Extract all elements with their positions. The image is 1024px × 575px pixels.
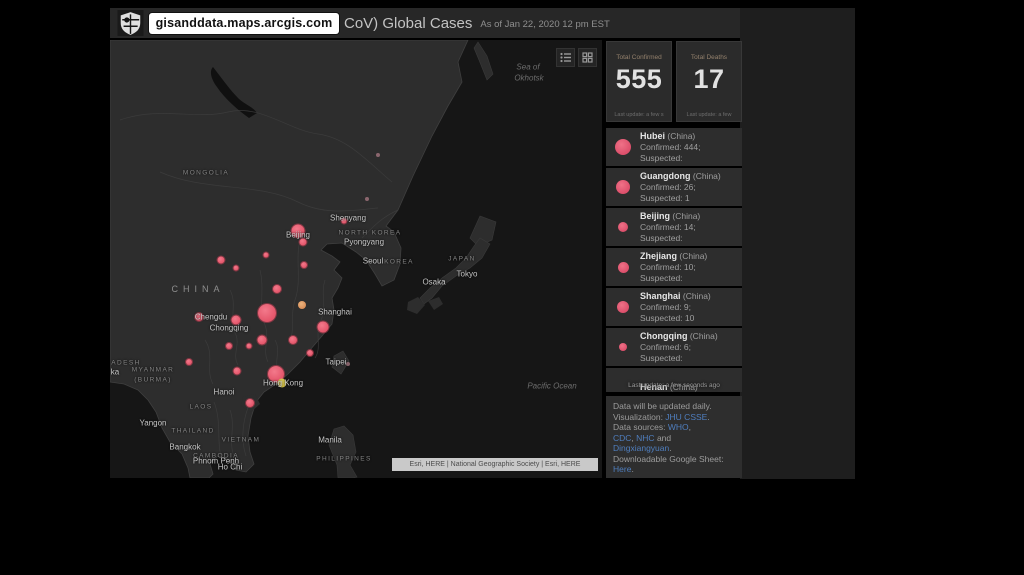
case-marker[interactable] [376, 153, 380, 157]
source-link[interactable]: JHU CSSE [665, 412, 707, 422]
case-marker[interactable] [258, 304, 276, 322]
case-marker[interactable] [226, 343, 232, 349]
case-marker[interactable] [278, 379, 287, 388]
case-row-dot [606, 262, 640, 273]
source-text: . [669, 443, 671, 453]
source-link[interactable]: WHO [668, 422, 689, 432]
case-marker[interactable] [318, 322, 329, 333]
case-row[interactable]: Guangdong (China)Confirmed: 26;Suspected… [606, 168, 742, 206]
case-row-dot [606, 180, 640, 194]
case-marker[interactable] [301, 262, 307, 268]
case-marker[interactable] [234, 266, 239, 271]
address-url: gisanddata.maps.arcgis.com [156, 16, 333, 30]
case-marker[interactable] [258, 336, 267, 345]
total-deaths-label: Total Deaths [677, 54, 741, 61]
case-row-text: Zhejiang (China)Confirmed: 10;Suspected: [640, 251, 707, 284]
case-marker[interactable] [264, 253, 269, 258]
address-bar[interactable]: gisanddata.maps.arcgis.com [149, 13, 339, 34]
case-row[interactable]: Shanghai (China)Confirmed: 9;Suspected: … [606, 288, 742, 326]
case-row-dot [606, 343, 640, 351]
case-marker[interactable] [300, 239, 307, 246]
basemap [110, 40, 602, 478]
source-link[interactable]: Here [613, 464, 631, 474]
cases-rows: Hubei (China)Confirmed: 444;Suspected: Gu… [606, 128, 742, 392]
case-marker[interactable] [218, 257, 225, 264]
total-confirmed-label: Total Confirmed [607, 54, 671, 61]
source-text: , [689, 422, 691, 432]
case-marker[interactable] [246, 399, 254, 407]
dashboard-screen: gisanddata.maps.arcgis.com CoV) Global C… [0, 0, 1024, 575]
source-link[interactable]: CDC [613, 433, 631, 443]
window-background [740, 8, 855, 479]
case-row[interactable]: Hubei (China)Confirmed: 444;Suspected: [606, 128, 742, 166]
cases-list: Hubei (China)Confirmed: 444;Suspected: Gu… [606, 128, 742, 392]
case-marker[interactable] [298, 301, 306, 309]
source-text: Data will be updated daily. [613, 401, 712, 411]
case-row-dot [606, 301, 640, 313]
case-row[interactable]: Chongqing (China)Confirmed: 6;Suspected: [606, 328, 742, 366]
case-marker[interactable] [234, 368, 241, 375]
case-marker[interactable] [195, 313, 203, 321]
case-row-dot [606, 139, 640, 155]
source-text: Downloadable Google Sheet: [613, 454, 724, 464]
source-text: and [655, 433, 672, 443]
total-confirmed-card: Total Confirmed 555 Last update: a few s [606, 41, 672, 122]
case-row[interactable]: Zhejiang (China)Confirmed: 10;Suspected: [606, 248, 742, 286]
page-title: CoV) Global Cases [344, 15, 472, 32]
case-marker[interactable] [346, 362, 350, 366]
legend-list-icon[interactable] [556, 48, 575, 67]
source-text: . [631, 464, 633, 474]
total-confirmed-value: 555 [607, 64, 671, 95]
header-bar: gisanddata.maps.arcgis.com CoV) Global C… [110, 8, 740, 38]
case-marker[interactable] [247, 344, 252, 349]
case-marker[interactable] [307, 350, 313, 356]
total-deaths-updated: Last update: a few [677, 112, 741, 118]
source-text: Data sources: [613, 422, 668, 432]
case-row-text: Guangdong (China)Confirmed: 26;Suspected… [640, 171, 721, 204]
case-row-text: Shanghai (China)Confirmed: 9;Suspected: … [640, 291, 711, 324]
case-marker[interactable] [232, 316, 241, 325]
case-marker[interactable] [342, 219, 347, 224]
cases-list-updated: Last update: a few seconds ago [606, 382, 742, 389]
total-deaths-value: 17 [677, 64, 741, 95]
source-text: Visualization: [613, 412, 665, 422]
page-subtitle: As of Jan 22, 2020 12 pm EST [480, 16, 609, 30]
world-map[interactable]: MONGOLIACHINANORTH KOREAKOREAJAPANMYANMA… [110, 40, 602, 478]
case-row-text: Hubei (China)Confirmed: 444;Suspected: [640, 131, 700, 164]
case-marker[interactable] [365, 197, 369, 201]
basemap-grid-icon[interactable] [578, 48, 597, 67]
total-deaths-card: Total Deaths 17 Last update: a few [676, 41, 742, 122]
total-confirmed-updated: Last update: a few s [607, 112, 671, 118]
map-attribution: Esri, HERE | National Geographic Society… [392, 458, 598, 471]
source-text: . [707, 412, 709, 422]
case-row-text: Beijing (China)Confirmed: 14;Suspected: [640, 211, 700, 244]
data-sources-panel: Data will be updated daily.Visualization… [606, 396, 742, 478]
jhu-shield-icon [117, 10, 144, 36]
case-marker[interactable] [186, 359, 192, 365]
case-marker[interactable] [289, 336, 297, 344]
case-marker[interactable] [273, 285, 281, 293]
case-row-dot [606, 222, 640, 232]
source-link[interactable]: Dingxiangyuan [613, 443, 669, 453]
case-row-text: Chongqing (China)Confirmed: 6;Suspected: [640, 331, 718, 364]
case-row[interactable]: Beijing (China)Confirmed: 14;Suspected: [606, 208, 742, 246]
source-link[interactable]: NHC [636, 433, 654, 443]
case-marker[interactable] [292, 225, 305, 238]
